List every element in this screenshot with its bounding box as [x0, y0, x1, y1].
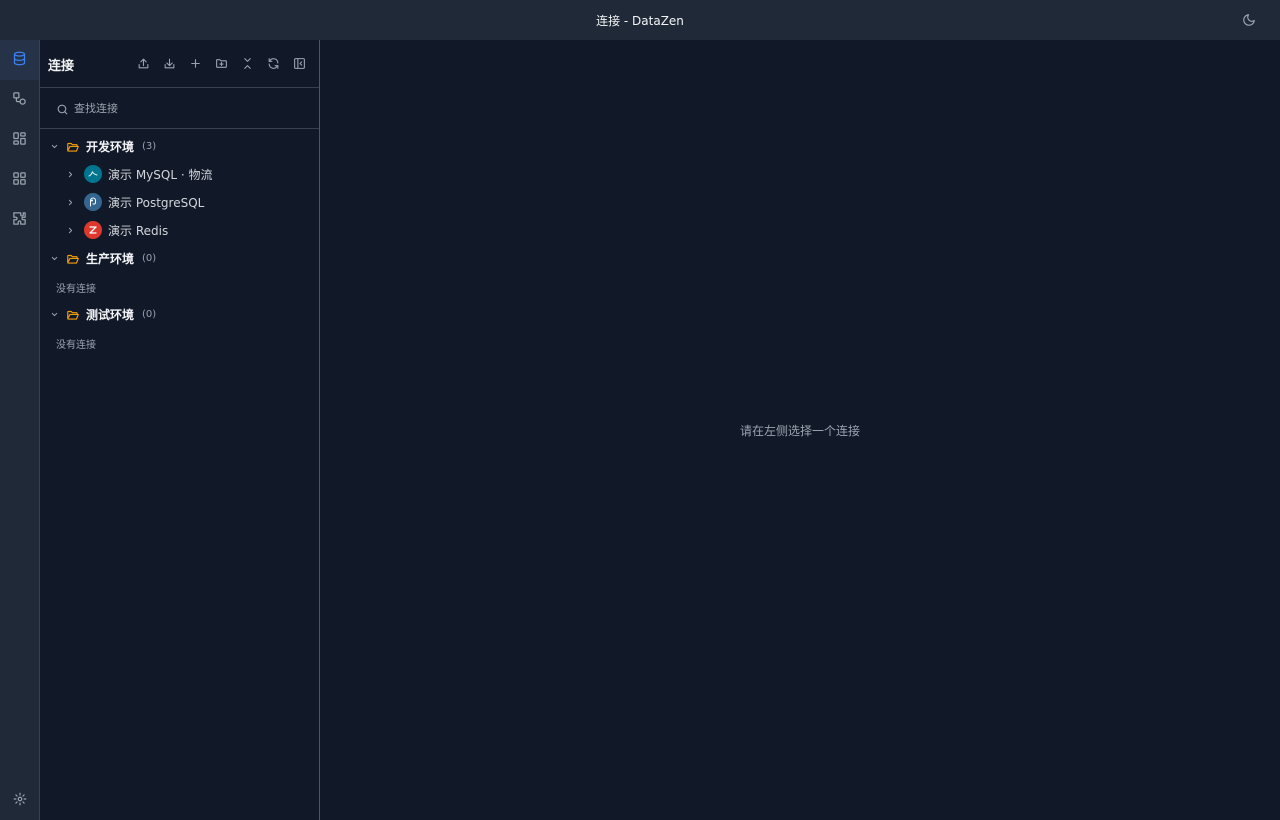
postgresql-icon: [84, 193, 102, 211]
chevron-down-icon[interactable]: [49, 309, 59, 319]
activity-schema[interactable]: [0, 80, 39, 120]
folder-open-icon: [66, 251, 80, 265]
toggle-sidebar-button[interactable]: [290, 55, 308, 73]
activity-dashboard[interactable]: [0, 120, 39, 160]
main-panel: 请在左侧选择一个连接: [320, 40, 1280, 820]
window-title: 连接 - DataZen: [596, 13, 684, 28]
import-connections-button[interactable]: [160, 55, 178, 73]
sidebar-title: 连接: [48, 59, 75, 74]
refresh-button[interactable]: [264, 55, 282, 73]
folder-add-icon: [215, 55, 228, 74]
schema-icon: [12, 91, 27, 110]
connection-row[interactable]: 演示 PostgreSQL: [40, 188, 319, 216]
connection-row[interactable]: 演示 MySQL · 物流: [40, 160, 319, 188]
empty-group-note: 没有连接: [56, 340, 96, 351]
empty-state-hint: 请在左侧选择一个连接: [739, 424, 860, 438]
group-row[interactable]: 生产环境 (0): [40, 244, 319, 272]
group-row[interactable]: 测试环境 (0): [40, 300, 319, 328]
panel-toggle-icon: [293, 55, 306, 74]
collapse-all-icon: [241, 55, 254, 74]
connection-label: 演示 MySQL · 物流: [108, 167, 213, 182]
import-icon: [163, 55, 176, 74]
connection-label: 演示 PostgreSQL: [108, 195, 205, 210]
search-input[interactable]: [74, 98, 304, 118]
new-group-button[interactable]: [212, 55, 230, 73]
plugin-icon: [12, 211, 27, 230]
apps-grid-icon: [12, 171, 27, 190]
search-icon: [56, 101, 69, 120]
activity-connections[interactable]: [0, 40, 39, 80]
dashboard-icon: [12, 131, 27, 150]
redis-icon: [84, 221, 102, 239]
activity-plugins[interactable]: [0, 200, 39, 240]
chevron-down-icon[interactable]: [49, 253, 59, 263]
empty-group-note: 没有连接: [56, 284, 96, 295]
group-count: (0): [142, 252, 157, 264]
new-connection-button[interactable]: [186, 55, 204, 73]
database-icon: [12, 51, 27, 70]
activity-bar: [0, 40, 40, 820]
activity-settings[interactable]: [0, 780, 39, 820]
sidebar-header: 连接: [40, 40, 319, 88]
chevron-right-icon[interactable]: [65, 225, 75, 235]
plus-icon: [189, 55, 202, 74]
collapse-all-button[interactable]: [238, 55, 256, 73]
export-connections-button[interactable]: [134, 55, 152, 73]
chevron-right-icon[interactable]: [65, 197, 75, 207]
refresh-icon: [267, 55, 280, 74]
activity-apps[interactable]: [0, 160, 39, 200]
group-label: 开发环境: [86, 139, 135, 154]
group-label: 测试环境: [86, 307, 135, 322]
mysql-icon: [84, 165, 102, 183]
connection-label: 演示 Redis: [108, 223, 169, 238]
moon-icon[interactable]: [1240, 11, 1258, 29]
connection-search: [40, 88, 319, 129]
group-count: (3): [142, 140, 157, 152]
export-icon: [137, 55, 150, 74]
folder-open-icon: [66, 139, 80, 153]
group-row[interactable]: 开发环境 (3): [40, 132, 319, 160]
chevron-down-icon[interactable]: [49, 141, 59, 151]
title-bar: 连接 - DataZen: [0, 0, 1280, 40]
gear-icon: [13, 791, 27, 810]
folder-open-icon: [66, 307, 80, 321]
group-count: (0): [142, 308, 157, 320]
group-label: 生产环境: [86, 251, 135, 266]
connections-sidebar: 连接 查找连接 开发环境 (3) 演示 MySQL · 物流 演示 Postgr…: [40, 40, 320, 820]
connection-row[interactable]: 演示 Redis: [40, 216, 319, 244]
chevron-right-icon[interactable]: [65, 169, 75, 179]
